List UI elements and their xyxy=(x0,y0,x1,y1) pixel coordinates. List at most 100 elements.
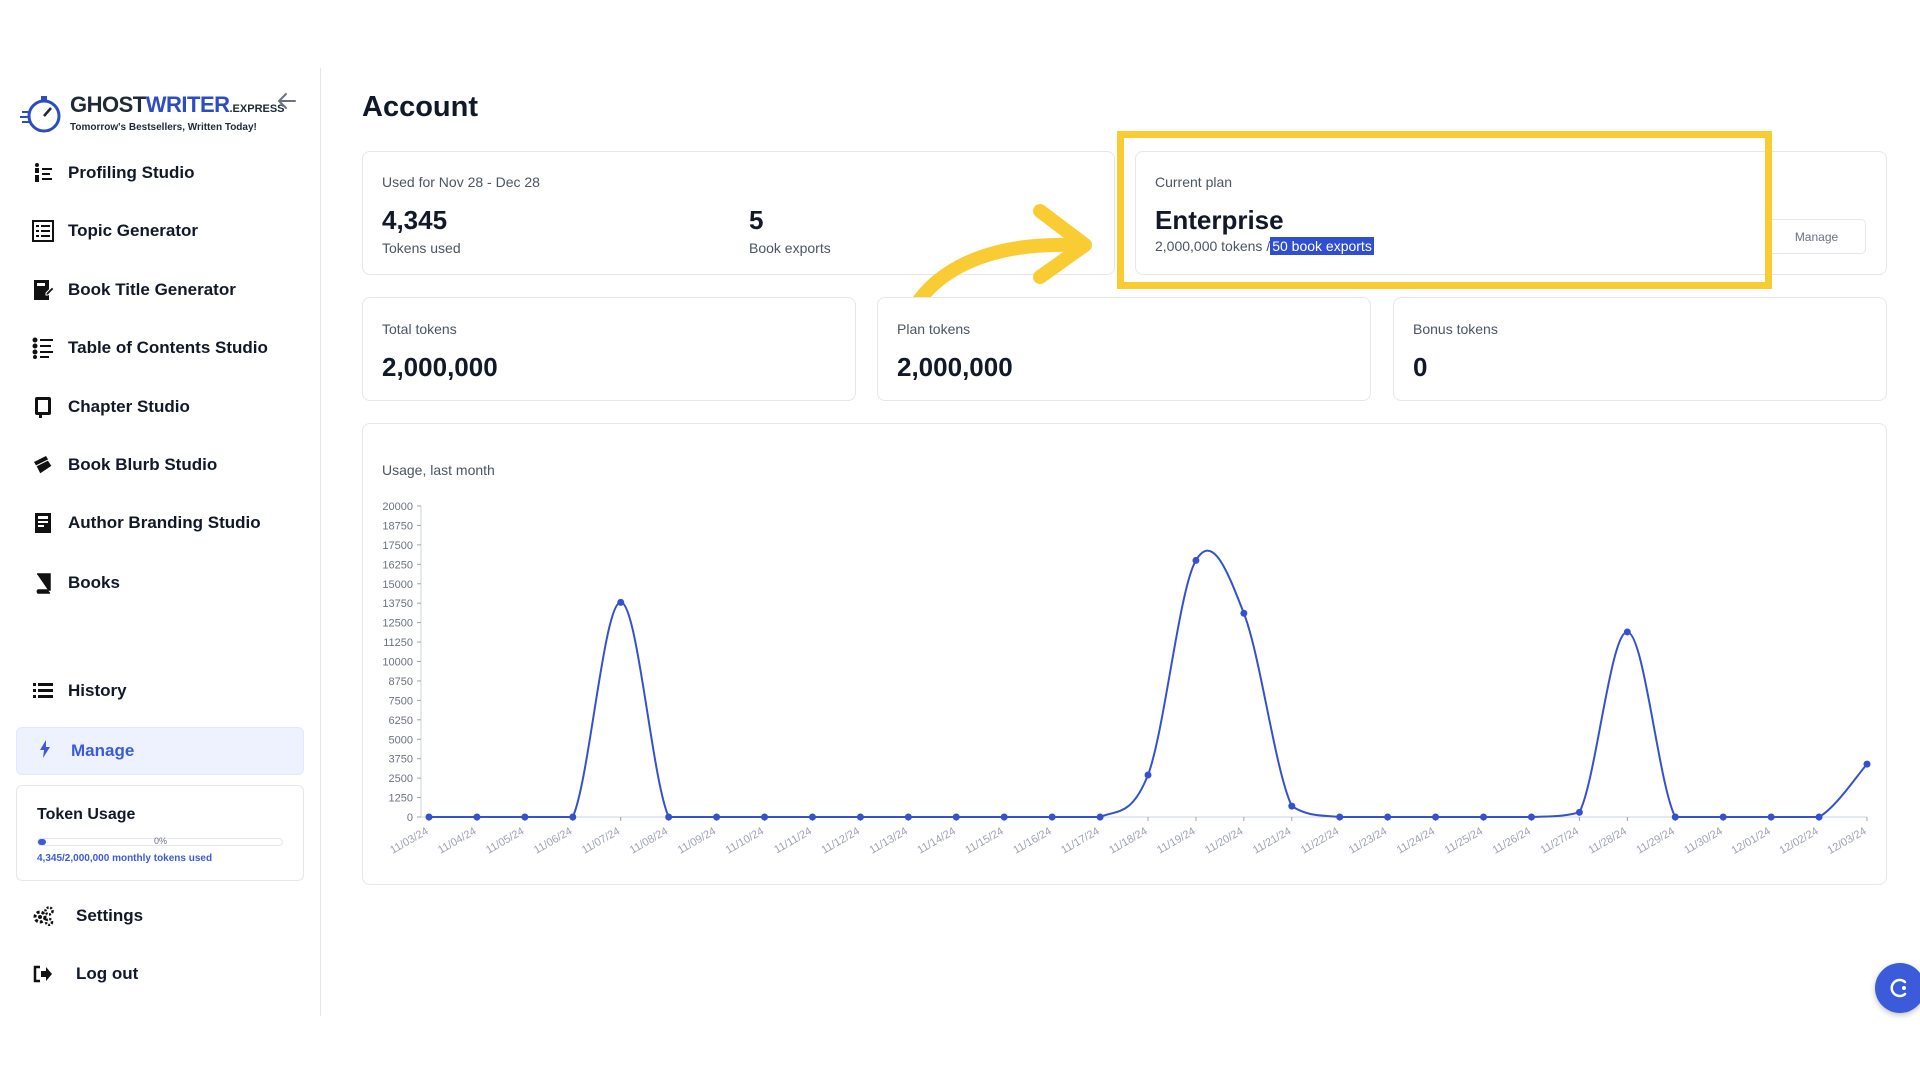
x-tick-label: 11/24/24 xyxy=(1395,825,1437,856)
current-plan-label: Current plan xyxy=(1155,174,1233,190)
brand-logo[interactable]: GHOSTWRITER.EXPRESS Tomorrow's Bestselle… xyxy=(20,90,285,136)
sidebar-item-history[interactable]: History xyxy=(30,676,127,706)
sidebar-item-author-branding-studio[interactable]: Author Branding Studio xyxy=(30,508,261,538)
chapter-icon xyxy=(30,394,56,420)
current-plan-card: Current plan Enterprise 2,000,000 tokens… xyxy=(1135,151,1887,275)
y-tick-label: 15000 xyxy=(382,579,413,591)
brand-tagline: Tomorrow's Bestsellers, Written Today! xyxy=(70,121,257,133)
x-tick-label: 11/29/24 xyxy=(1634,825,1676,856)
sidebar-item-book-title-generator[interactable]: Book Title Generator xyxy=(30,275,236,305)
token-usage-percent: 0% xyxy=(154,836,168,846)
x-tick-label: 11/03/24 xyxy=(388,825,430,856)
x-tick-label: 11/27/24 xyxy=(1539,825,1581,856)
gears-icon xyxy=(30,903,56,929)
total-tokens-card: Total tokens 2,000,000 xyxy=(362,297,856,401)
usage-data-point xyxy=(904,813,912,821)
token-usage-title: Token Usage xyxy=(37,806,136,823)
tokens-used-value: 4,345 xyxy=(382,205,448,235)
sidebar-item-logout[interactable]: Log out xyxy=(30,959,138,989)
usage-data-point xyxy=(473,813,481,821)
usage-data-point xyxy=(1336,813,1344,821)
usage-line-chart: 0 1250 2500 3750 5000 6250 7500 8750 10000 11250 1… xyxy=(382,501,1871,857)
sidebar-item-table-of-contents-studio[interactable]: Table of Contents Studio xyxy=(30,333,268,363)
usage-data-point xyxy=(1623,628,1631,636)
y-tick-label: 8750 xyxy=(389,676,413,688)
x-tick-label: 11/12/24 xyxy=(820,825,862,856)
usage-data-point xyxy=(761,813,769,821)
usage-data-point xyxy=(1192,556,1200,564)
sidebar-item-profiling-studio[interactable]: Profiling Studio xyxy=(30,158,195,188)
support-chat-button[interactable] xyxy=(1875,963,1920,1013)
x-tick-label: 11/06/24 xyxy=(532,825,574,856)
usage-data-point xyxy=(665,813,673,821)
sidebar-item-label: Author Branding Studio xyxy=(68,513,261,532)
manage-plan-button[interactable]: Manage xyxy=(1767,219,1866,254)
plan-allowances: 2,000,000 tokens /50 book exports xyxy=(1155,237,1374,255)
x-tick-label: 11/18/24 xyxy=(1107,825,1149,856)
usage-data-point xyxy=(1384,813,1392,821)
x-tick-label: 11/05/24 xyxy=(484,825,526,856)
y-tick-label: 2500 xyxy=(389,773,413,785)
token-usage-bar: 0% xyxy=(37,836,283,846)
blurb-icon xyxy=(30,452,56,478)
profiling-icon xyxy=(30,160,56,186)
x-tick-label: 11/20/24 xyxy=(1203,825,1245,856)
usage-data-point xyxy=(713,813,721,821)
usage-data-point xyxy=(1288,802,1296,810)
books-icon xyxy=(30,570,56,596)
y-tick-label: 10000 xyxy=(382,657,413,669)
sidebar-item-book-blurb-studio[interactable]: Book Blurb Studio xyxy=(30,450,217,480)
y-tick-label: 16250 xyxy=(382,559,413,571)
y-tick-label: 13750 xyxy=(382,598,413,610)
x-tick-label: 11/23/24 xyxy=(1347,825,1389,856)
chat-icon xyxy=(1890,978,1907,998)
plan-tokens-label: Plan tokens xyxy=(897,321,971,337)
topic-icon xyxy=(30,218,56,244)
usage-chart-card: Usage, last month 0 1250 2500 3750 5000 6250 7… xyxy=(362,423,1887,885)
total-tokens-value: 2,000,000 xyxy=(382,352,498,382)
usage-data-point xyxy=(1432,813,1440,821)
sidebar-item-label: Settings xyxy=(76,906,144,925)
y-tick-label: 5000 xyxy=(389,734,413,746)
sidebar-item-label: Book Blurb Studio xyxy=(68,455,218,474)
bonus-tokens-value: 0 xyxy=(1413,352,1428,382)
sidebar-item-manage[interactable]: Manage xyxy=(16,727,304,775)
sidebar-item-label: Manage xyxy=(71,741,135,760)
book-exports-value: 5 xyxy=(749,205,764,235)
plan-name: Enterprise xyxy=(1155,205,1284,235)
sidebar-item-label: Books xyxy=(68,573,120,592)
book-exports-label: Book exports xyxy=(749,240,831,256)
x-tick-label: 11/07/24 xyxy=(580,825,622,856)
usage-data-point xyxy=(1000,813,1008,821)
y-tick-label: 0 xyxy=(407,812,413,824)
x-tick-label: 11/15/24 xyxy=(963,825,1005,856)
x-tick-label: 11/10/24 xyxy=(724,825,766,856)
plan-token-allowance: 2,000,000 tokens xyxy=(1155,238,1263,254)
sidebar-item-settings[interactable]: Settings xyxy=(30,901,143,931)
x-tick-label: 12/02/24 xyxy=(1777,825,1820,857)
usage-data-point xyxy=(808,813,816,821)
tokens-used-label: Tokens used xyxy=(382,240,461,256)
y-tick-label: 11250 xyxy=(383,637,413,649)
sidebar-item-books[interactable]: Books xyxy=(30,568,120,598)
x-tick-label: 11/08/24 xyxy=(628,825,670,856)
arrow-left-icon xyxy=(278,93,296,109)
x-tick-label: 11/21/24 xyxy=(1251,825,1293,856)
x-tick-label: 11/22/24 xyxy=(1299,825,1341,856)
bonus-tokens-label: Bonus tokens xyxy=(1413,321,1498,337)
usage-data-point xyxy=(1144,771,1152,779)
x-tick-label: 11/14/24 xyxy=(915,825,957,856)
plan-export-allowance: 50 book exports xyxy=(1270,237,1374,255)
usage-period: Used for Nov 28 - Dec 28 xyxy=(382,174,540,190)
usage-data-point xyxy=(1671,813,1679,821)
usage-data-point xyxy=(1480,813,1488,821)
collapse-sidebar-button[interactable] xyxy=(274,88,300,114)
plan-tokens-card: Plan tokens 2,000,000 xyxy=(877,297,1371,401)
y-tick-label: 1250 xyxy=(389,793,413,805)
sidebar-item-topic-generator[interactable]: Topic Generator xyxy=(30,216,198,246)
token-usage-text: 4,345/2,000,000 monthly tokens used xyxy=(37,853,213,864)
sidebar-item-label: Table of Contents Studio xyxy=(68,338,268,357)
sidebar-item-chapter-studio[interactable]: Chapter Studio xyxy=(30,392,190,422)
token-usage-card: Token Usage 0% 4,345/2,000,000 monthly t… xyxy=(16,785,304,881)
token-usage-fill xyxy=(38,839,46,845)
